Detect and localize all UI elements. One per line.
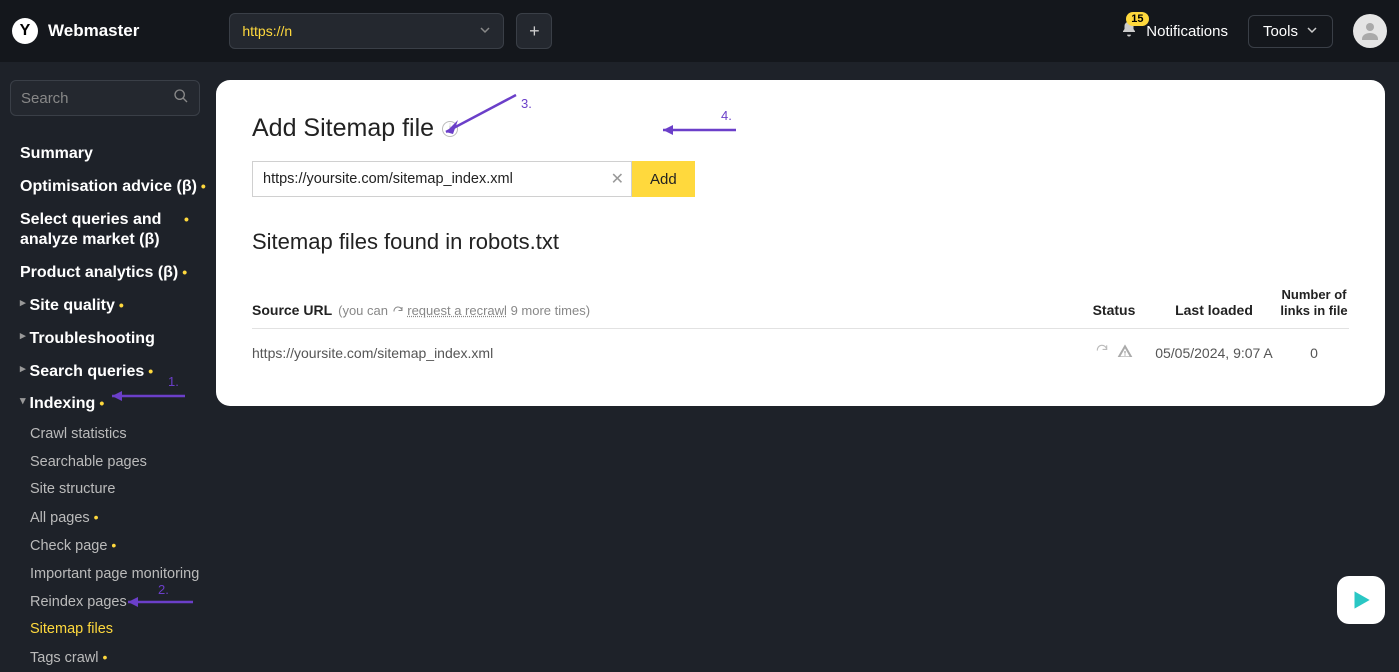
page-title: Add Sitemap file i <box>252 114 1349 143</box>
nav-reindex-pages[interactable]: Reindex pages <box>10 589 208 617</box>
site-selector[interactable]: https://n <box>229 13 504 49</box>
table-header: Source URL (you can request a recrawl 9 … <box>252 287 1349 329</box>
chevron-down-icon <box>1306 23 1318 40</box>
logo-text: Webmaster <box>48 21 139 41</box>
dot-icon: • <box>103 649 108 665</box>
bell-icon: 15 <box>1120 20 1138 42</box>
tools-label: Tools <box>1263 23 1298 40</box>
nav-troubleshooting[interactable]: ▸Troubleshooting <box>10 323 208 356</box>
nav-site-quality[interactable]: ▸Site quality• <box>10 290 208 323</box>
notifications-label: Notifications <box>1146 23 1228 40</box>
notifications-button[interactable]: 15 Notifications <box>1112 14 1236 48</box>
col-links: Number of links in file <box>1279 287 1349 318</box>
topbar: Y Webmaster https://n + 15 Notifications… <box>0 0 1399 62</box>
caret-right-icon: ▸ <box>20 329 26 343</box>
row-last-loaded: 05/05/2024, 9:07 A <box>1149 345 1279 361</box>
site-url: https://n <box>242 23 292 39</box>
nav-crawl-statistics[interactable]: Crawl statistics <box>10 421 208 449</box>
row-links: 0 <box>1279 345 1349 361</box>
search-placeholder: Search <box>21 90 69 107</box>
row-status <box>1079 343 1149 362</box>
annotation-label-2: 2. <box>158 582 169 597</box>
add-site-button[interactable]: + <box>516 13 552 49</box>
col-source-url: Source URL <box>252 302 332 318</box>
caret-right-icon: ▸ <box>20 296 26 310</box>
nav-select-queries[interactable]: Select queries and analyze market (β)• <box>10 204 208 258</box>
dot-icon: • <box>184 210 189 228</box>
plus-icon: + <box>529 21 540 42</box>
annotation-label-3: 3. <box>521 96 532 111</box>
nav-check-page[interactable]: Check page• <box>10 532 208 561</box>
chevron-down-icon <box>479 23 491 39</box>
nav-tags-crawl[interactable]: Tags crawl• <box>10 644 208 672</box>
refresh-icon[interactable] <box>1095 343 1109 362</box>
table-row: https://yoursite.com/sitemap_index.xml 0… <box>252 329 1349 376</box>
add-button[interactable]: Add <box>632 161 695 197</box>
sitemap-url-input[interactable] <box>252 161 632 197</box>
dot-icon: • <box>99 394 104 412</box>
avatar[interactable] <box>1353 14 1387 48</box>
nav-summary[interactable]: Summary <box>10 138 208 171</box>
dot-icon: • <box>182 263 187 281</box>
annotation-label-1: 1. <box>168 374 179 389</box>
dot-icon: • <box>148 362 153 380</box>
logo-badge: Y <box>12 18 38 44</box>
logo[interactable]: Y Webmaster <box>12 18 139 44</box>
nav: Summary Optimisation advice (β)• Select … <box>10 138 208 672</box>
nav-site-structure[interactable]: Site structure <box>10 476 208 504</box>
col-status: Status <box>1079 302 1149 318</box>
nav-all-pages[interactable]: All pages• <box>10 504 208 533</box>
search-input[interactable]: Search <box>10 80 200 116</box>
section-subtitle: Sitemap files found in robots.txt <box>252 229 1349 255</box>
nav-optimisation[interactable]: Optimisation advice (β)• <box>10 171 208 204</box>
info-icon[interactable]: i <box>442 121 458 137</box>
nav-product-analytics[interactable]: Product analytics (β)• <box>10 257 208 290</box>
caret-right-icon: ▸ <box>20 362 26 376</box>
content-card: Add Sitemap file i ✕ Add Sitemap files f… <box>216 80 1385 406</box>
main: Add Sitemap file i ✕ Add Sitemap files f… <box>208 62 1399 636</box>
clear-icon[interactable]: ✕ <box>611 169 624 189</box>
nav-indexing[interactable]: ▾Indexing• <box>10 388 208 421</box>
col-last-loaded: Last loaded <box>1149 302 1279 318</box>
row-url[interactable]: https://yoursite.com/sitemap_index.xml <box>252 345 1079 361</box>
search-icon <box>173 88 189 108</box>
dot-icon: • <box>201 177 206 195</box>
annotation-label-4: 4. <box>721 108 732 123</box>
recrawl-hint: (you can request a recrawl 9 more times) <box>338 303 590 318</box>
chat-widget[interactable] <box>1337 576 1385 624</box>
tools-button[interactable]: Tools <box>1248 15 1333 48</box>
dot-icon: • <box>94 509 99 525</box>
sidebar: Search Summary Optimisation advice (β)• … <box>0 62 208 636</box>
warning-icon <box>1117 343 1133 362</box>
caret-down-icon: ▾ <box>20 394 26 408</box>
nav-searchable-pages[interactable]: Searchable pages <box>10 449 208 477</box>
play-icon <box>1348 587 1374 613</box>
dot-icon: • <box>111 537 116 553</box>
notifications-count: 15 <box>1126 12 1148 26</box>
dot-icon: • <box>119 296 124 314</box>
nav-sitemap-files[interactable]: Sitemap files <box>10 616 208 644</box>
nav-important-page-monitoring[interactable]: Important page monitoring <box>10 561 208 589</box>
request-recrawl-link[interactable]: request a recrawl <box>407 303 507 318</box>
